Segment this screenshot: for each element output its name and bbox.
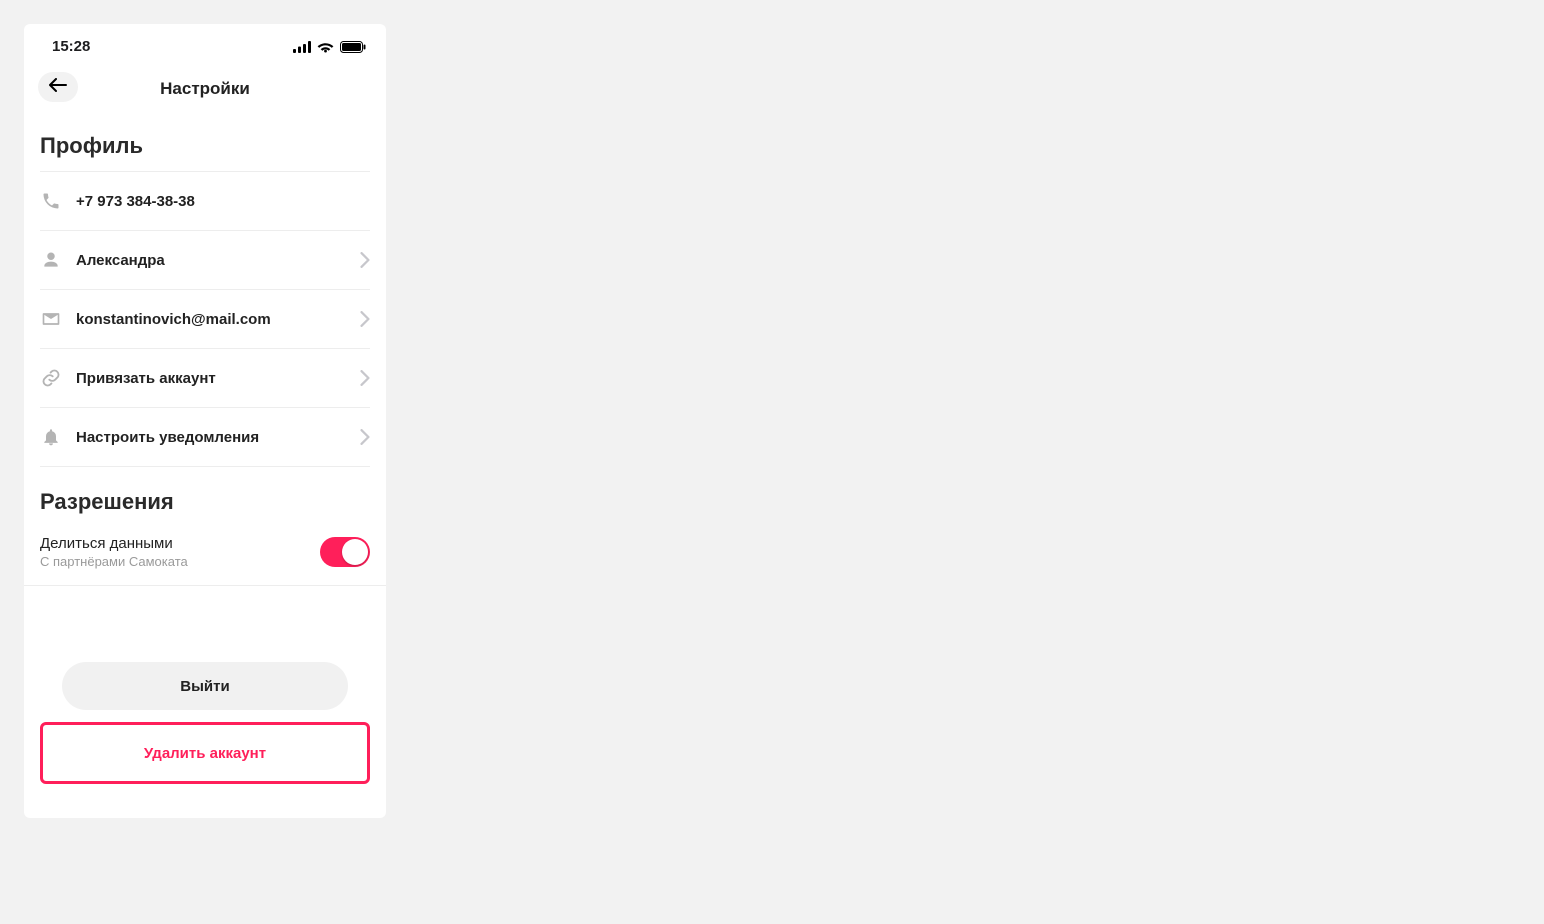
link-icon <box>40 367 62 389</box>
chevron-right-icon <box>360 370 370 386</box>
share-data-toggle[interactable] <box>320 537 370 567</box>
permission-row-share-data: Делиться данными С партнёрами Самоката <box>24 527 386 586</box>
phone-icon <box>40 190 62 212</box>
profile-row-name[interactable]: Александра <box>40 230 370 289</box>
permission-share-title: Делиться данными <box>40 535 188 552</box>
delete-account-button-label: Удалить аккаунт <box>144 745 266 762</box>
profile-list: +7 973 384-38-38 Александра konstantinov… <box>24 171 386 467</box>
battery-icon <box>340 41 366 53</box>
section-title-permissions: Разрешения <box>24 467 386 527</box>
profile-name-value: Александра <box>76 252 346 269</box>
profile-email-value: konstantinovich@mail.com <box>76 311 346 328</box>
profile-notifications-label: Настроить уведомления <box>76 429 346 446</box>
phone-frame: 15:28 Настройки Профиль +7 <box>24 24 386 818</box>
footer-buttons: Выйти Удалить аккаунт <box>24 662 386 818</box>
cellular-icon <box>293 41 311 53</box>
bell-icon <box>40 426 62 448</box>
back-button[interactable] <box>38 72 78 102</box>
logout-button-label: Выйти <box>180 678 229 695</box>
profile-row-phone: +7 973 384-38-38 <box>40 171 370 230</box>
status-bar: 15:28 <box>24 24 386 63</box>
mail-icon <box>40 308 62 330</box>
profile-row-notifications[interactable]: Настроить уведомления <box>40 407 370 467</box>
profile-row-email[interactable]: konstantinovich@mail.com <box>40 289 370 348</box>
spacer <box>24 586 386 626</box>
chevron-right-icon <box>360 311 370 327</box>
page-title: Настройки <box>160 79 250 99</box>
permission-texts: Делиться данными С партнёрами Самоката <box>40 535 188 569</box>
arrow-left-icon <box>49 78 67 97</box>
logout-button[interactable]: Выйти <box>62 662 348 710</box>
page-header: Настройки <box>24 63 386 111</box>
profile-phone-value: +7 973 384-38-38 <box>76 193 370 210</box>
wifi-icon <box>317 41 334 53</box>
person-icon <box>40 249 62 271</box>
profile-row-link-account[interactable]: Привязать аккаунт <box>40 348 370 407</box>
chevron-right-icon <box>360 252 370 268</box>
section-title-profile: Профиль <box>24 111 386 171</box>
status-icons <box>293 41 366 53</box>
delete-account-button[interactable]: Удалить аккаунт <box>47 729 363 777</box>
profile-link-account-label: Привязать аккаунт <box>76 370 346 387</box>
toggle-knob <box>342 539 368 565</box>
permission-share-subtitle: С партнёрами Самоката <box>40 554 188 569</box>
status-time: 15:28 <box>52 38 90 55</box>
delete-account-highlight: Удалить аккаунт <box>40 722 370 784</box>
chevron-right-icon <box>360 429 370 445</box>
